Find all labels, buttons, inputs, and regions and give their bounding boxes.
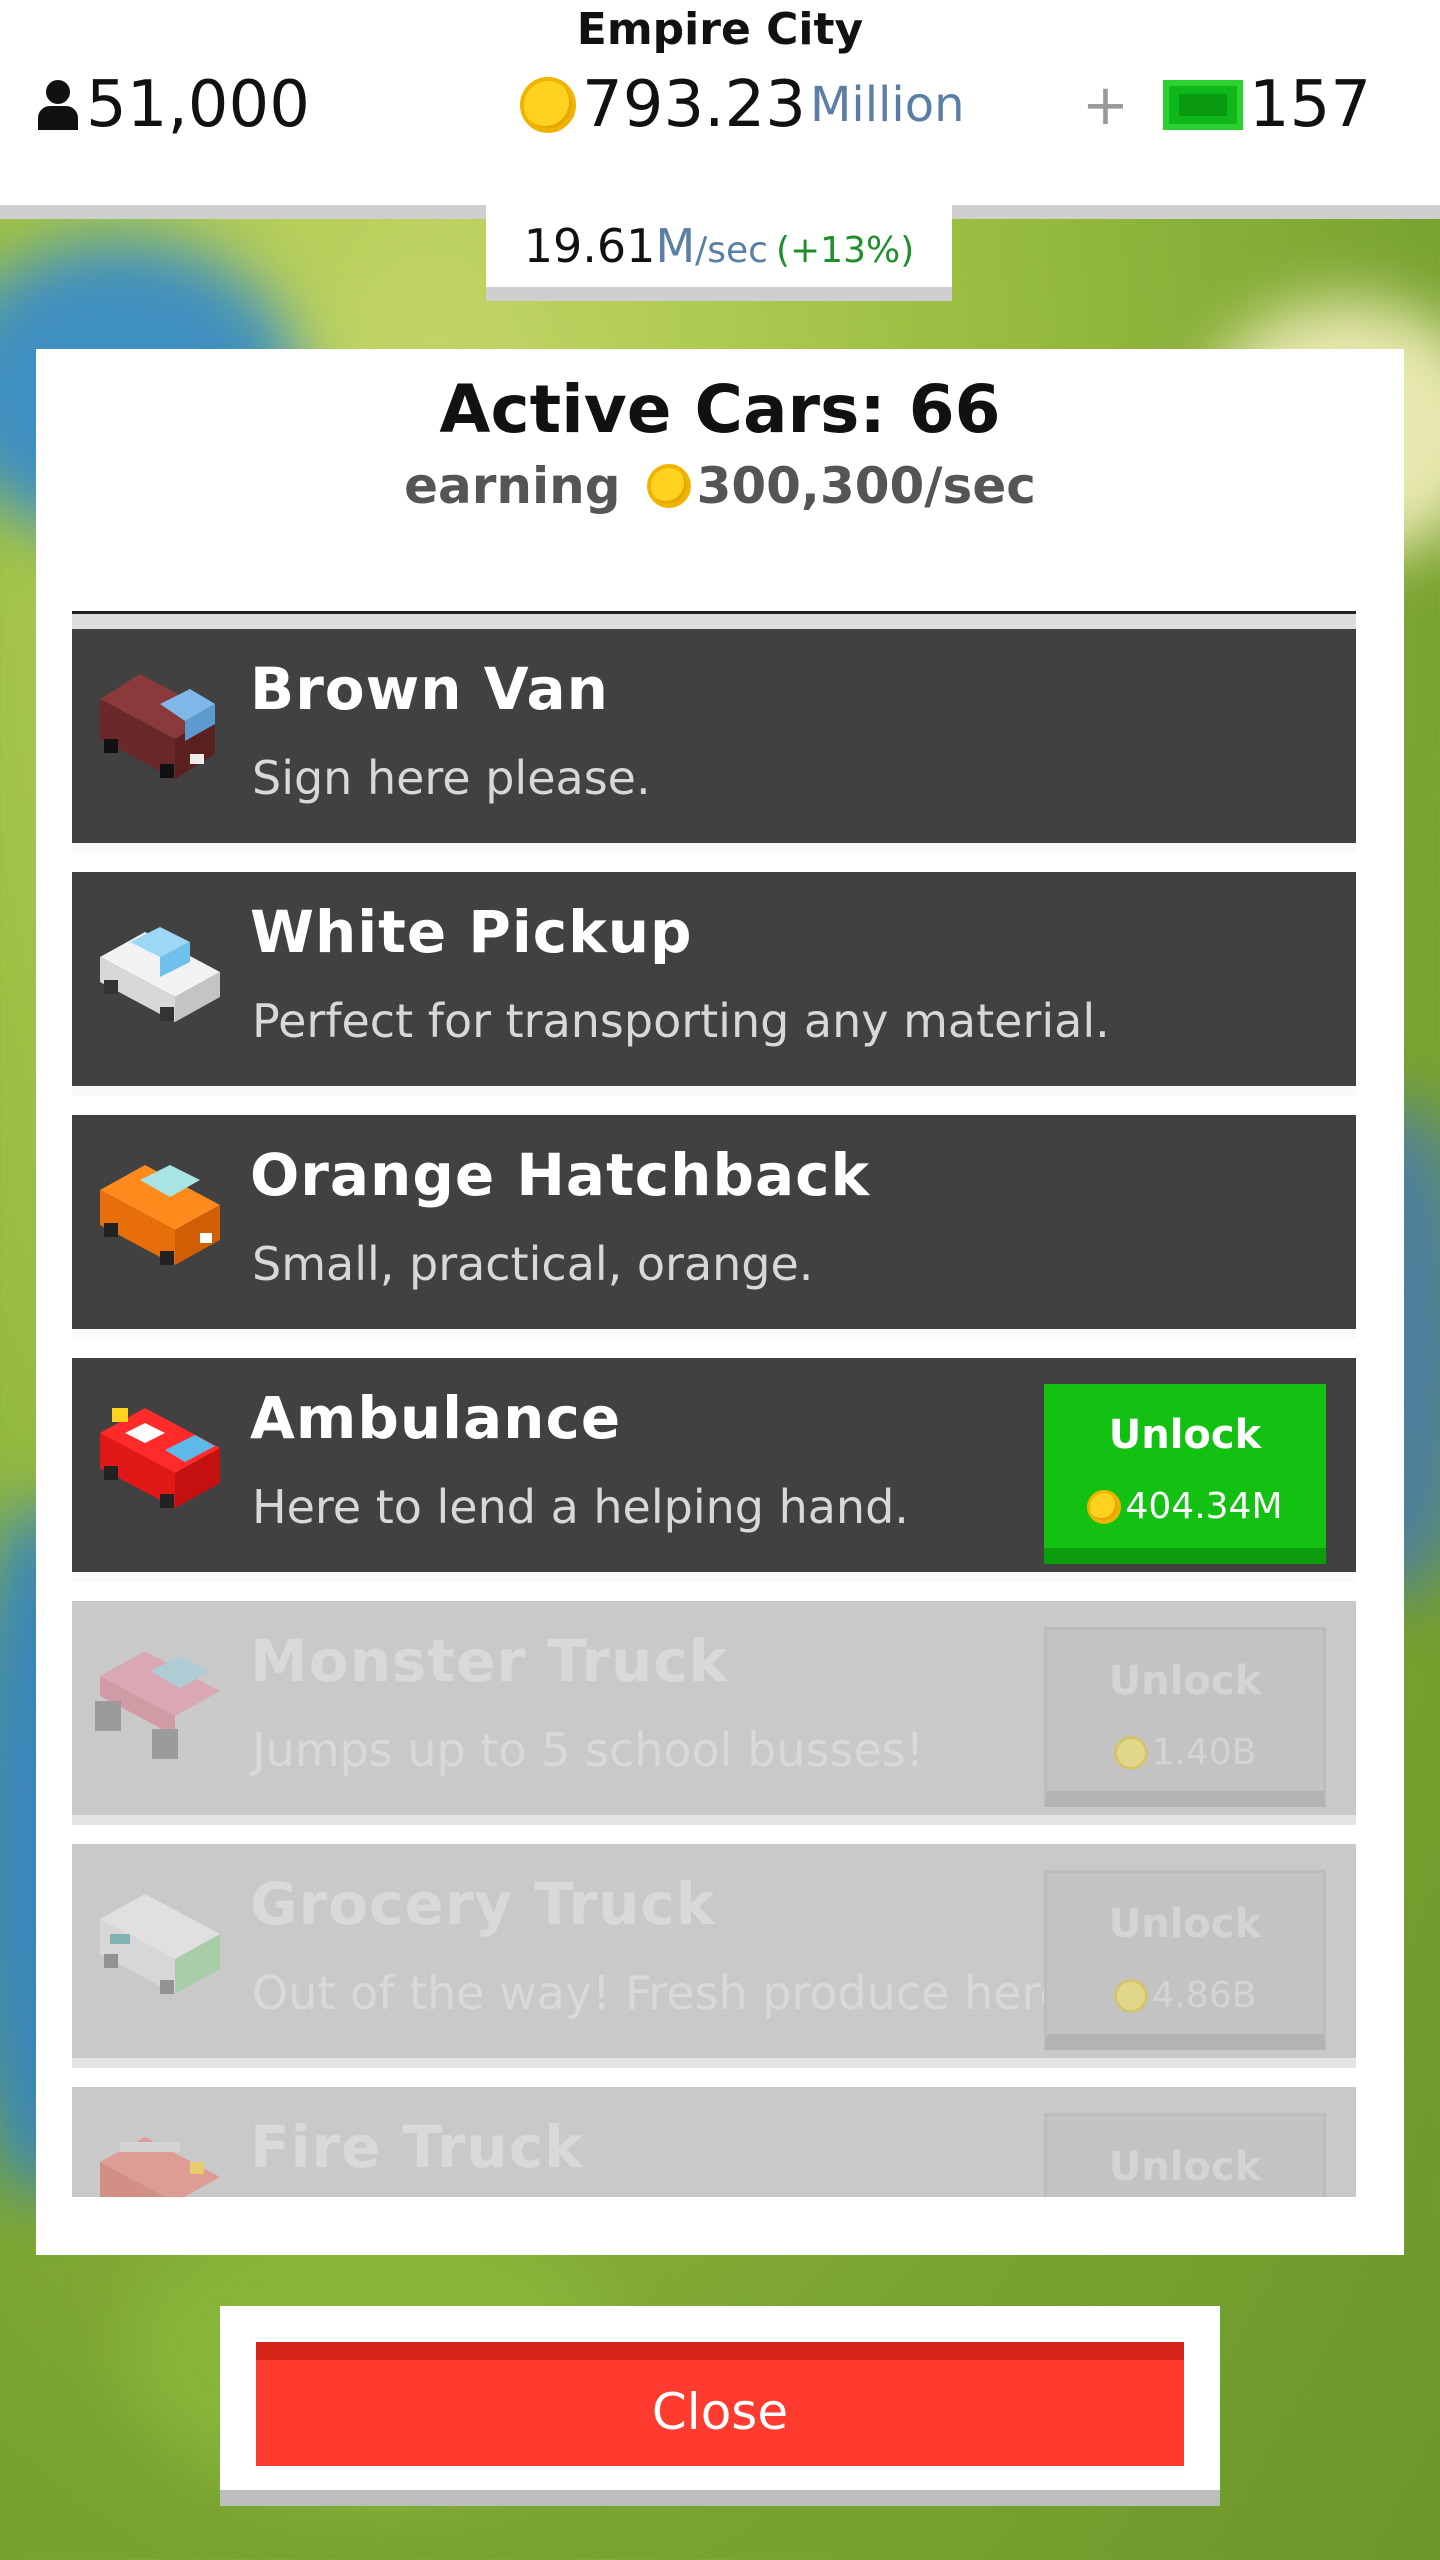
coins-value: 793.23	[582, 68, 806, 142]
city-name: Empire City	[576, 4, 864, 55]
unlock-price: 1.40B	[1047, 1732, 1323, 1773]
coin-icon	[520, 77, 576, 133]
unlock-fire-truck-button: Unlock	[1044, 2113, 1326, 2197]
earning-summary: earning 300,300/sec	[36, 457, 1404, 515]
brown-van-icon	[100, 674, 215, 779]
coin-icon	[1113, 1978, 1148, 2013]
population-counter: 51,000	[36, 68, 310, 142]
unlock-monster-truck-button: Unlock 1.40B	[1044, 1627, 1326, 1807]
car-row-white-pickup[interactable]: White Pickup Perfect for transporting an…	[72, 872, 1356, 1096]
car-name: Fire Truck	[250, 2113, 584, 2181]
grocery-truck-icon	[100, 1894, 220, 1994]
coin-icon	[1113, 1735, 1148, 1770]
unlock-grocery-truck-button: Unlock 4.86B	[1044, 1870, 1326, 2050]
price-value: 404.34M	[1125, 1486, 1283, 1527]
car-name: Brown Van	[250, 655, 609, 723]
person-icon	[36, 80, 80, 130]
unlock-label: Unlock	[1108, 1412, 1262, 1458]
cash-icon	[1162, 80, 1243, 130]
earning-label: earning	[404, 457, 621, 515]
car-name: Monster Truck	[250, 1627, 729, 1695]
car-description: Out of the way! Fresh produce here!	[252, 1966, 1087, 2020]
orange-hatchback-icon	[100, 1165, 220, 1265]
unlock-ambulance-button[interactable]: Unlock 404.34M	[1044, 1384, 1326, 1564]
monster-truck-icon	[95, 1651, 220, 1759]
cash-value: 157	[1248, 68, 1372, 142]
car-description: Sign here please.	[252, 751, 651, 805]
close-button-frame: Close	[220, 2306, 1220, 2506]
coins-unit: Million	[809, 77, 965, 133]
car-row-brown-van[interactable]: Brown Van Sign here please.	[72, 629, 1356, 853]
car-description: Small, practical, orange.	[252, 1237, 814, 1291]
active-cars-panel: Active Cars: 66 earning 300,300/sec Brow…	[36, 349, 1404, 2255]
ambulance-icon	[100, 1408, 220, 1508]
car-description: Perfect for transporting any material.	[252, 994, 1110, 1048]
rate-value: 19.61	[523, 219, 656, 273]
car-name: Ambulance	[250, 1384, 622, 1452]
car-row-orange-hatchback[interactable]: Orange Hatchback Small, practical, orang…	[72, 1115, 1356, 1339]
coins-counter: 793.23 Million	[520, 68, 964, 142]
panel-title: Active Cars: 66	[439, 371, 1001, 448]
rate-unit: M	[655, 219, 696, 273]
rate-bonus: (+13%)	[775, 230, 915, 271]
car-description: Here to lend a helping hand.	[252, 1480, 909, 1534]
price-value: 4.86B	[1151, 1975, 1257, 2016]
plus-icon[interactable]: +	[1082, 73, 1129, 138]
unlock-price: 404.34M	[1044, 1486, 1326, 1527]
unlock-price: 4.86B	[1047, 1975, 1323, 2016]
car-name: Orange Hatchback	[250, 1141, 871, 1209]
income-rate: 19.61M/sec (+13%)	[486, 205, 952, 301]
fire-truck-icon	[100, 2137, 220, 2197]
car-list[interactable]: Brown Van Sign here please. White Pickup…	[72, 629, 1356, 2197]
car-name: White Pickup	[250, 898, 693, 966]
car-row-monster-truck: Monster Truck Jumps up to 5 school busse…	[72, 1601, 1356, 1825]
unlock-label: Unlock	[1108, 1901, 1262, 1947]
population-value: 51,000	[86, 68, 310, 142]
rate-per: /sec	[695, 230, 768, 271]
car-row-ambulance[interactable]: Ambulance Here to lend a helping hand. U…	[72, 1358, 1356, 1582]
list-divider	[72, 611, 1356, 629]
close-button[interactable]: Close	[256, 2342, 1184, 2466]
car-name: Grocery Truck	[250, 1870, 716, 1938]
unlock-label: Unlock	[1108, 1658, 1262, 1704]
unlock-label: Unlock	[1108, 2144, 1262, 2190]
price-value: 1.40B	[1151, 1732, 1257, 1773]
coin-icon	[646, 464, 691, 508]
cash-counter[interactable]: + 157	[1082, 68, 1371, 142]
car-description: Jumps up to 5 school busses!	[252, 1723, 925, 1777]
white-pickup-icon	[100, 927, 220, 1022]
top-status-bar: Empire City 51,000 793.23 Million + 157	[0, 0, 1440, 219]
coin-icon	[1087, 1489, 1122, 1524]
earning-value: 300,300/sec	[696, 457, 1036, 515]
car-row-grocery-truck: Grocery Truck Out of the way! Fresh prod…	[72, 1844, 1356, 2068]
car-row-fire-truck: Fire Truck Unlock	[72, 2087, 1356, 2197]
